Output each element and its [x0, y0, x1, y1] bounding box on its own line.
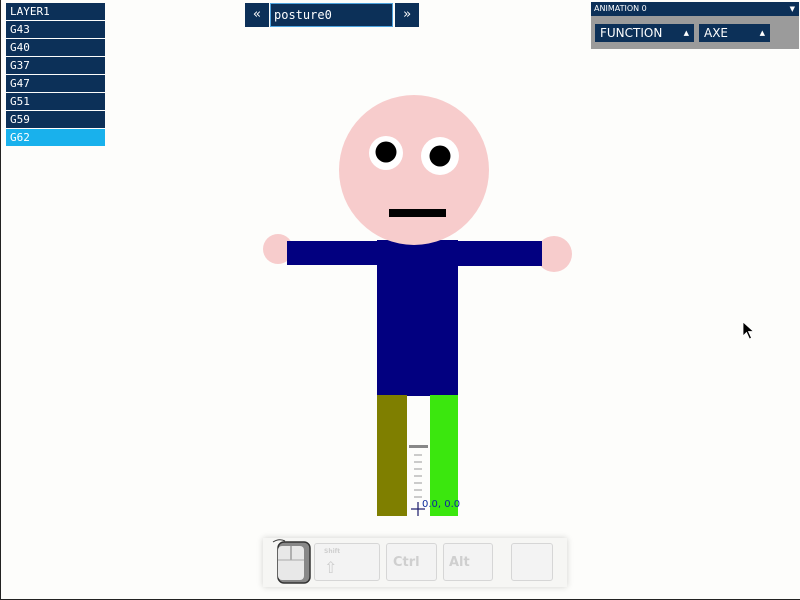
- character-canvas[interactable]: [1, 0, 800, 600]
- shift-key-label: Shift: [324, 548, 341, 555]
- head[interactable]: [339, 95, 489, 245]
- shift-key: Shift ⇧: [314, 543, 380, 581]
- torso[interactable]: [377, 240, 458, 396]
- mouse-icon: [272, 539, 311, 584]
- scale-gauge: [409, 445, 428, 498]
- meta-key: [511, 543, 553, 581]
- right-leg[interactable]: [430, 395, 458, 516]
- right-arm[interactable]: [457, 241, 542, 266]
- shift-arrow-icon: ⇧: [324, 558, 338, 577]
- mouse-pointer-icon: [742, 321, 755, 340]
- left-pupil: [375, 141, 397, 163]
- left-leg[interactable]: [377, 395, 407, 516]
- coordinate-readout: 0.0, 0.0: [422, 499, 461, 510]
- right-pupil: [429, 145, 451, 167]
- mouth: [389, 209, 446, 217]
- ctrl-key: Ctrl: [386, 543, 437, 581]
- alt-key: Alt: [443, 543, 493, 581]
- left-arm[interactable]: [287, 241, 378, 265]
- input-indicator: Shift ⇧ Ctrl Alt: [263, 538, 567, 587]
